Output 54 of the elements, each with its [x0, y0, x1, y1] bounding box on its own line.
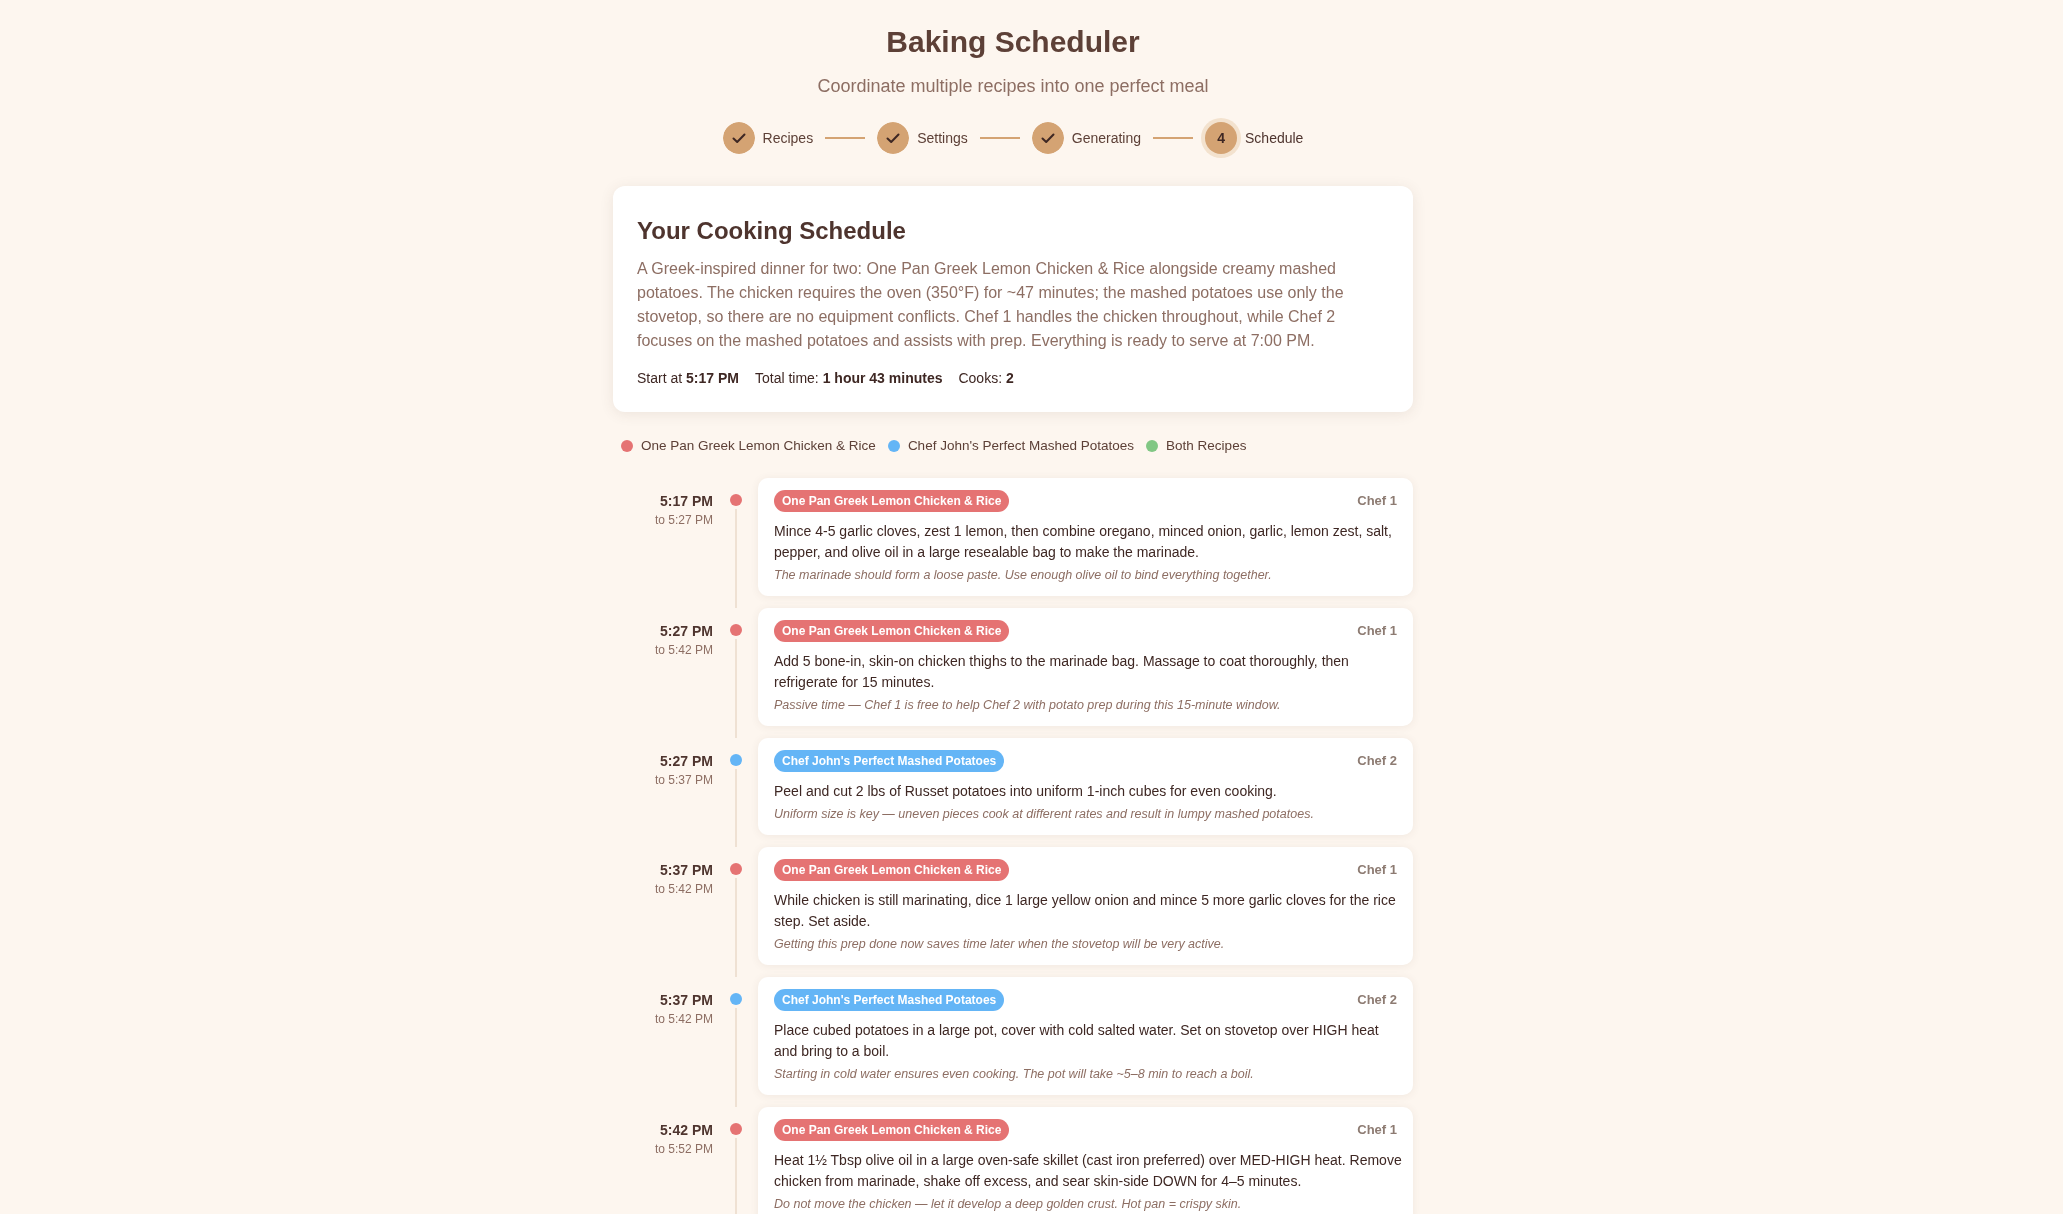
- summary-title: Your Cooking Schedule: [637, 216, 907, 246]
- end-time: to 5:37 PM: [654, 772, 713, 789]
- legend-label: Both Recipes: [1166, 437, 1247, 455]
- step-label: Schedule: [1245, 129, 1304, 148]
- step-label: Recipes: [762, 129, 814, 148]
- step-note: Getting this prep done now saves time later when the stovetop will be very active.: [774, 936, 1226, 953]
- cook-label: Chef 2: [1357, 991, 1397, 1010]
- recipe-tag: Chef John's Perfect Mashed Potatoes: [774, 989, 1005, 1011]
- start-time: 5:17 PM: [660, 492, 713, 511]
- step-note: Starting in cold water ensures even cooking. The pot will take ~5–8 min to reach a boil.: [774, 1066, 1255, 1083]
- summary-description: A Greek-inspired dinner for two: One Pan Greek Lemon Chicken & Rice alongside creamy mashed potatoes. The chicken requires the oven (350°F) for ~47 minutes; the mashed potatoes use only the stovetop, so there are no equipment conflicts. Chef 1 handles the chicken throughout, while Chef 2 focuses on the mashed potatoes and assists with prep. Everything is ready to serve at 7:00 PM.: [637, 259, 1345, 351]
- step-connector: [979, 137, 1020, 139]
- start-time: 5:42 PM: [660, 1121, 713, 1140]
- end-time: to 5:42 PM: [654, 1011, 713, 1028]
- recipe-tag: One Pan Greek Lemon Chicken & Rice: [774, 490, 1010, 512]
- step-label: Settings: [917, 129, 968, 148]
- page-title: Baking Scheduler: [885, 24, 1141, 60]
- step-instruction: Add 5 bone-in, skin-on chicken thighs to the marinade bag. Massage to coat thoroughly, then refrigerate for 15 minutes.: [774, 652, 1350, 692]
- cook-label: Chef 2: [1357, 752, 1397, 771]
- step-note: Do not move the chicken — let it develop a deep golden crust. Hot pan = crispy skin.: [774, 1196, 1243, 1213]
- cook-label: Chef 1: [1357, 861, 1397, 880]
- page-subtitle: Coordinate multiple recipes into one perfect meal: [816, 75, 1210, 98]
- step-instruction: While chicken is still marinating, dice 1 large yellow onion and mince 5 more garlic cloves for the rice step. Set aside.: [774, 891, 1397, 931]
- end-time: to 5:42 PM: [654, 642, 713, 659]
- recipe-tag: One Pan Greek Lemon Chicken & Rice: [774, 620, 1010, 642]
- step-connector: [1153, 137, 1194, 139]
- step-instruction: Place cubed potatoes in a large pot, cover with cold salted water. Set on stovetop over HIGH heat and bring to a boil.: [774, 1021, 1380, 1061]
- end-time: to 5:52 PM: [654, 1141, 713, 1158]
- schedule-stat: Cooks: 2: [958, 369, 1014, 388]
- step-instruction: Heat 1½ Tbsp olive oil in a large oven-safe skillet (cast iron preferred) over MED-HIGH heat. Remove chicken from marinade, shake off excess, and sear skin-side DOWN for 4–5 minutes.: [774, 1151, 1403, 1191]
- step-number: 4: [1205, 122, 1238, 154]
- step-note: The marinade should form a loose paste. Use enough olive oil to bind everything together.: [774, 567, 1273, 584]
- end-time: to 5:27 PM: [654, 512, 713, 529]
- legend-label: One Pan Greek Lemon Chicken & Rice: [641, 437, 876, 455]
- cook-label: Chef 1: [1357, 622, 1397, 641]
- cook-label: Chef 1: [1357, 1121, 1397, 1140]
- step-note: Passive time — Chef 1 is free to help Chef 2 with potato prep during this 15-minute window.: [774, 697, 1282, 714]
- schedule-stat: Total time: 1 hour 43 minutes: [754, 369, 943, 388]
- step-instruction: Mince 4-5 garlic cloves, zest 1 lemon, then combine oregano, minced onion, garlic, lemon zest, salt, pepper, and olive oil in a large resealable bag to make the marinade.: [774, 522, 1393, 562]
- start-time: 5:37 PM: [660, 861, 713, 880]
- recipe-tag: Chef John's Perfect Mashed Potatoes: [774, 750, 1005, 772]
- recipe-tag: One Pan Greek Lemon Chicken & Rice: [774, 1119, 1010, 1141]
- step-note: Uniform size is key — uneven pieces cook at different rates and result in lumpy mashed potatoes.: [774, 806, 1315, 823]
- cook-label: Chef 1: [1357, 492, 1397, 511]
- step-label: Generating: [1071, 129, 1142, 148]
- legend-label: Chef John's Perfect Mashed Potatoes: [907, 437, 1135, 455]
- schedule-stat: Start at 5:17 PM: [637, 369, 739, 388]
- start-time: 5:27 PM: [660, 752, 713, 771]
- recipe-tag: One Pan Greek Lemon Chicken & Rice: [774, 859, 1010, 881]
- step-connector: [825, 137, 866, 139]
- step-instruction: Peel and cut 2 lbs of Russet potatoes into uniform 1-inch cubes for even cooking.: [774, 782, 1278, 801]
- start-time: 5:37 PM: [660, 991, 713, 1010]
- start-time: 5:27 PM: [660, 622, 713, 641]
- end-time: to 5:42 PM: [654, 881, 713, 898]
